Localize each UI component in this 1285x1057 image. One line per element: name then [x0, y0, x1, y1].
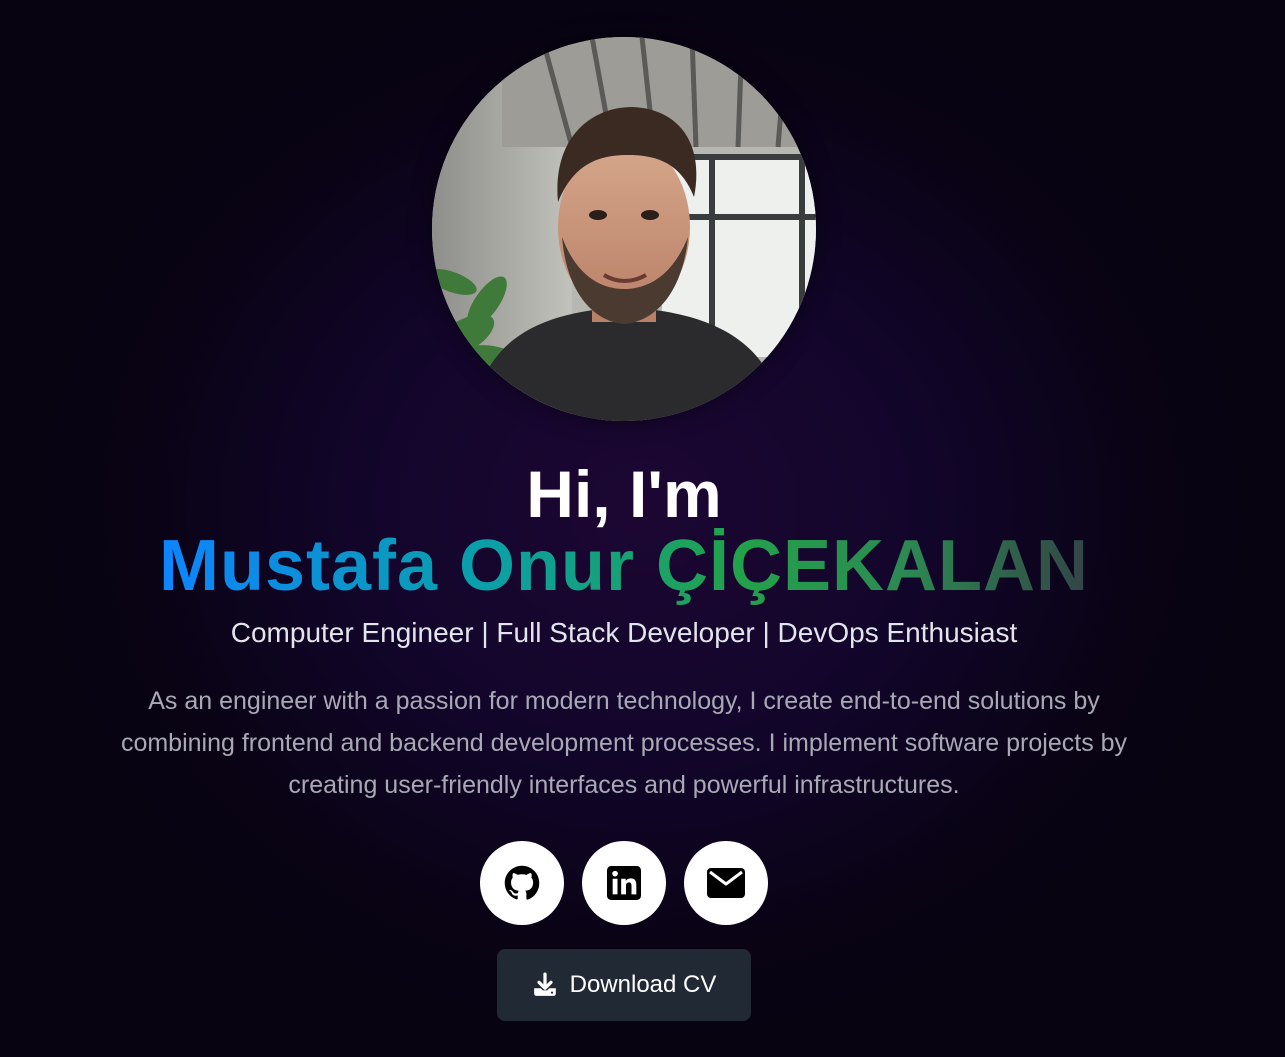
linkedin-link-button[interactable]: [582, 841, 666, 925]
name-heading: Mustafa Onur ÇİÇEKALAN: [0, 526, 1248, 606]
profile-avatar: [432, 37, 816, 421]
download-cv-button[interactable]: Download CV: [497, 949, 751, 1021]
bio-paragraph: As an engineer with a passion for modern…: [120, 687, 1128, 799]
github-icon: [504, 865, 540, 900]
linkedin-icon: [607, 866, 641, 900]
profile-photo: [432, 37, 816, 421]
greeting-heading: Hi, I'm: [526, 457, 722, 531]
download-cv-label: Download CV: [569, 971, 717, 998]
github-link-button[interactable]: [480, 841, 564, 925]
social-links: [480, 841, 770, 925]
download-icon: [533, 972, 556, 996]
email-link-button[interactable]: [684, 841, 768, 925]
envelope-icon: [707, 868, 745, 898]
name-text: Mustafa Onur ÇİÇEKALAN: [158, 526, 1089, 606]
hero-section: Hi, I'm Mustafa Onur ÇİÇEKALAN Computer …: [0, 0, 1285, 1057]
subtitle: Computer Engineer | Full Stack Developer…: [230, 617, 1018, 648]
